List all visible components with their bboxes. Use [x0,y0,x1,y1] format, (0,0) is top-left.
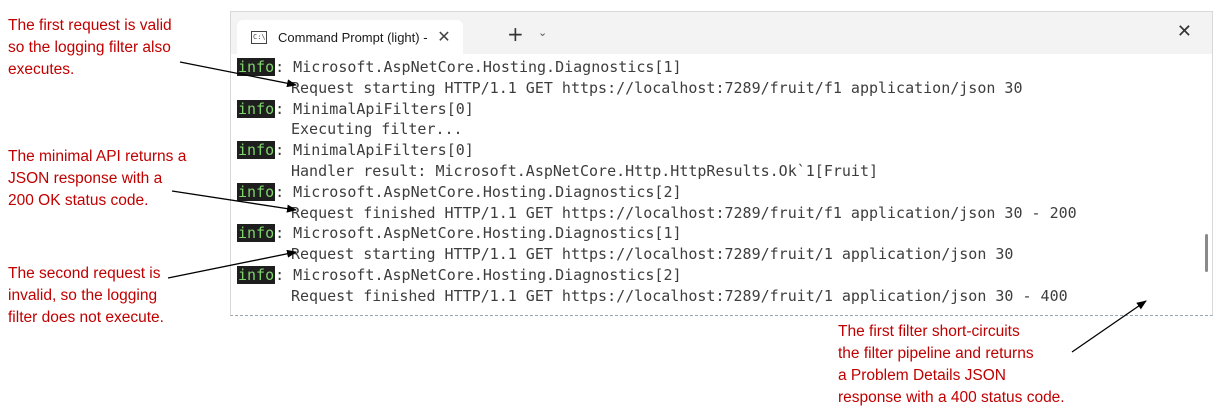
annotation-arrows [167,61,1147,353]
arrow-short-circuit [1071,300,1147,353]
arrow-minimal-api [171,190,297,213]
arrow-first-request [179,61,297,88]
arrow-second-request [167,249,297,279]
